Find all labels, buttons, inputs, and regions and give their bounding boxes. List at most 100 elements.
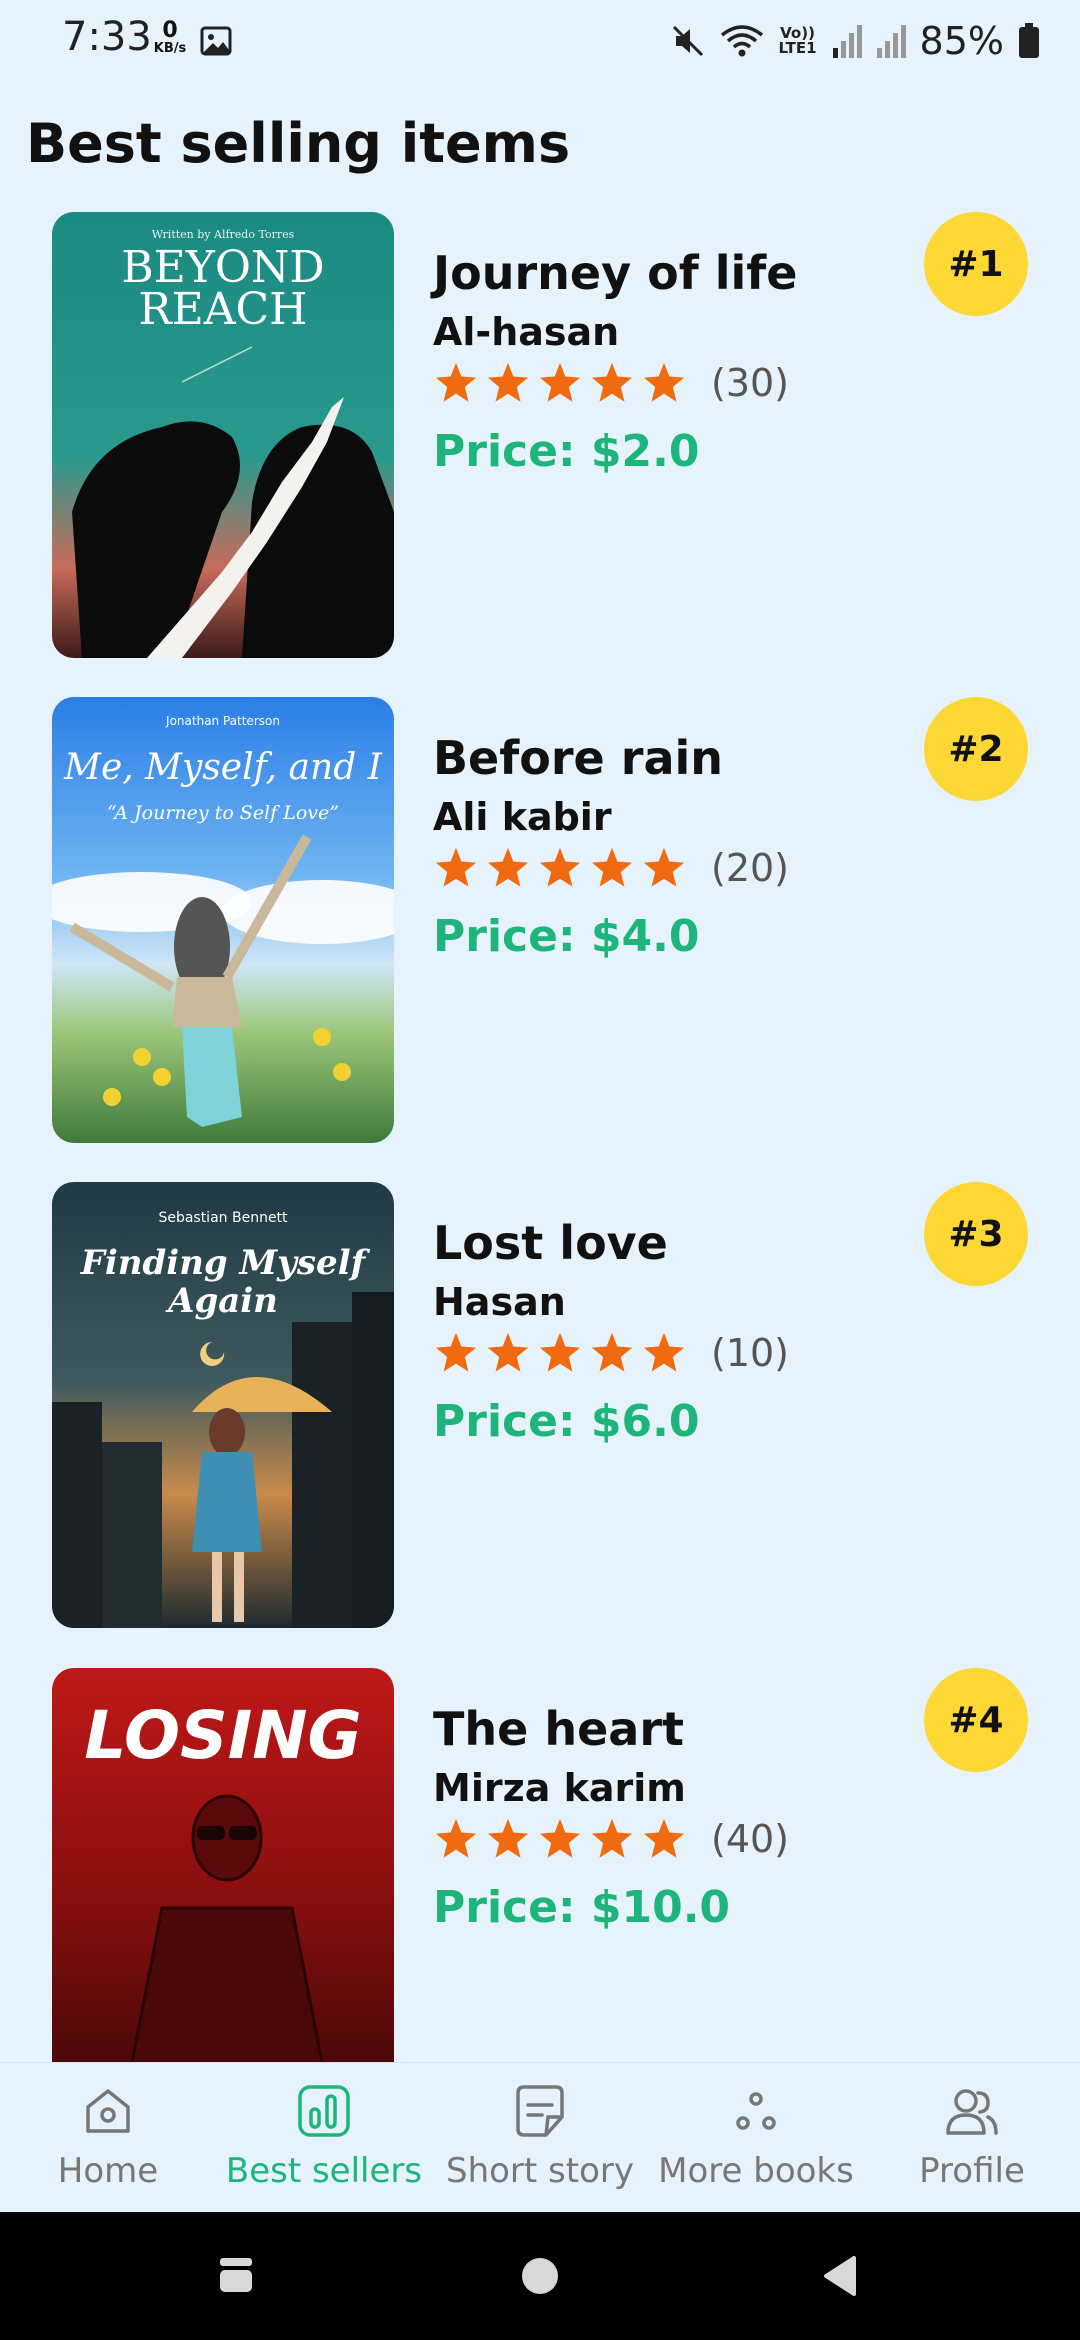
book-author: Ali kabir [433,795,612,839]
star-icon [435,847,477,887]
star-icon [539,847,581,887]
book-title[interactable]: Lost love [433,1216,668,1270]
book-card[interactable]: Sebastian Bennett Finding Myself Again L… [0,1182,1080,1628]
rating-row: (40) [433,1816,789,1862]
book-card[interactable]: Jonathan Patterson Me, Myself, and I “A … [0,697,1080,1143]
recents-button[interactable] [212,2252,260,2300]
book-price: Price: $4.0 [433,911,700,962]
dots-icon [736,2092,776,2130]
rating-count: (30) [711,361,790,405]
cover-author: Written by Alfredo Torres [152,228,295,241]
book-title[interactable]: The heart [433,1702,684,1756]
cover-art: Jonathan Patterson Me, Myself, and I “A … [52,697,394,1143]
home-button[interactable] [516,2252,564,2300]
star-icon [539,1332,581,1372]
lte-text: LTE1 [778,39,817,57]
cover-title-line-1: LOSING [84,1697,361,1774]
star-icon [487,1818,529,1858]
cover-title-line-1: Me, Myself, and I [63,747,383,788]
cover-title-line-2: “A Journey to Self Love” [107,802,339,824]
nav-label: More books [658,2151,854,2191]
book-card[interactable]: Written by Alfredo Torres BEYOND REACH J… [0,212,1080,658]
cover-title-line-1: Finding Myself [80,1243,371,1283]
book-price: Price: $2.0 [433,426,700,477]
star-icon [591,1818,633,1858]
home-icon [86,2089,130,2133]
book-cover[interactable]: Jonathan Patterson Me, Myself, and I “A … [52,697,394,1143]
star-rating [433,1330,687,1376]
book-cover[interactable]: Written by Alfredo Torres BEYOND REACH [52,212,394,658]
cover-art: LOSING [52,1668,394,2062]
star-icon [591,362,633,402]
star-icon [591,1332,633,1372]
book-price: Price: $10.0 [433,1882,731,1933]
star-rating [433,360,687,406]
book-author: Mirza karim [433,1766,686,1810]
status-icons: Vo)) LTE1 85% [670,18,1040,64]
cover-title-line-2: Again [165,1281,278,1321]
cover-title-line-2: REACH [138,284,307,335]
star-rating [433,1816,687,1862]
star-icon [539,1818,581,1858]
book-list[interactable]: Written by Alfredo Torres BEYOND REACH J… [0,212,1080,2062]
book-title[interactable]: Journey of life [433,246,797,300]
star-icon [487,1332,529,1372]
book-card[interactable]: LOSING The heart Mirza karim (40) Price:… [0,1668,1080,2062]
star-icon [435,1332,477,1372]
book-cover[interactable]: LOSING [52,1668,394,2062]
star-icon [643,362,685,402]
rank-badge: #4 [924,1668,1028,1772]
battery-percent: 85% [919,19,1004,63]
net-speed: 0 KB/s [150,18,190,56]
gallery-icon [200,26,232,56]
cover-author: Jonathan Patterson [165,714,280,728]
note-icon [516,2085,564,2137]
cover-art: Written by Alfredo Torres BEYOND REACH [52,212,394,658]
back-button[interactable] [818,2252,866,2300]
star-icon [539,362,581,402]
nav-item-profile[interactable]: Profile [864,2063,1080,2213]
system-nav-bar [0,2212,1080,2340]
wifi-icon [720,25,763,57]
book-title[interactable]: Before rain [433,731,723,785]
rating-count: (20) [711,846,790,890]
status-time: 7:33 [62,14,152,60]
rating-row: (30) [433,360,789,406]
nav-item-home[interactable]: Home [0,2063,216,2213]
star-icon [643,1818,685,1858]
rating-count: (10) [711,1331,790,1375]
nav-item-best-sellers[interactable]: Best sellers [216,2063,432,2213]
chart-icon [298,2085,350,2137]
cover-author: Sebastian Bennett [158,1210,288,1226]
net-speed-value: 0 [162,18,178,43]
bottom-nav: Home Best sellers Short story More books [0,2062,1080,2212]
status-bar: 7:33 0 KB/s Vo)) LTE1 85% [0,0,1080,80]
star-icon [643,847,685,887]
signal-icon [876,25,906,58]
page-title: Best selling items [26,112,571,175]
battery-icon [1019,23,1039,58]
nav-label: Profile [919,2151,1025,2191]
star-icon [643,1332,685,1372]
volte-icon: Vo)) LTE1 [778,26,818,56]
rank-badge: #2 [924,697,1028,801]
book-price: Price: $6.0 [433,1396,700,1447]
star-rating [433,845,687,891]
nav-label: Home [57,2151,159,2191]
cover-art: Sebastian Bennett Finding Myself Again [52,1182,394,1628]
signal-icon [832,25,862,58]
nav-label: Best sellers [225,2151,423,2191]
star-icon [435,362,477,402]
mute-icon [672,25,703,57]
book-author: Al-hasan [433,310,620,354]
nav-label: Short story [446,2151,634,2191]
book-cover[interactable]: Sebastian Bennett Finding Myself Again [52,1182,394,1628]
rating-row: (10) [433,1330,789,1376]
net-speed-unit: KB/s [153,41,187,56]
nav-item-more-books[interactable]: More books [648,2063,864,2213]
star-icon [591,847,633,887]
star-icon [487,362,529,402]
rank-badge: #1 [924,212,1028,316]
nav-item-short-story[interactable]: Short story [432,2063,648,2213]
rating-count: (40) [711,1817,790,1861]
